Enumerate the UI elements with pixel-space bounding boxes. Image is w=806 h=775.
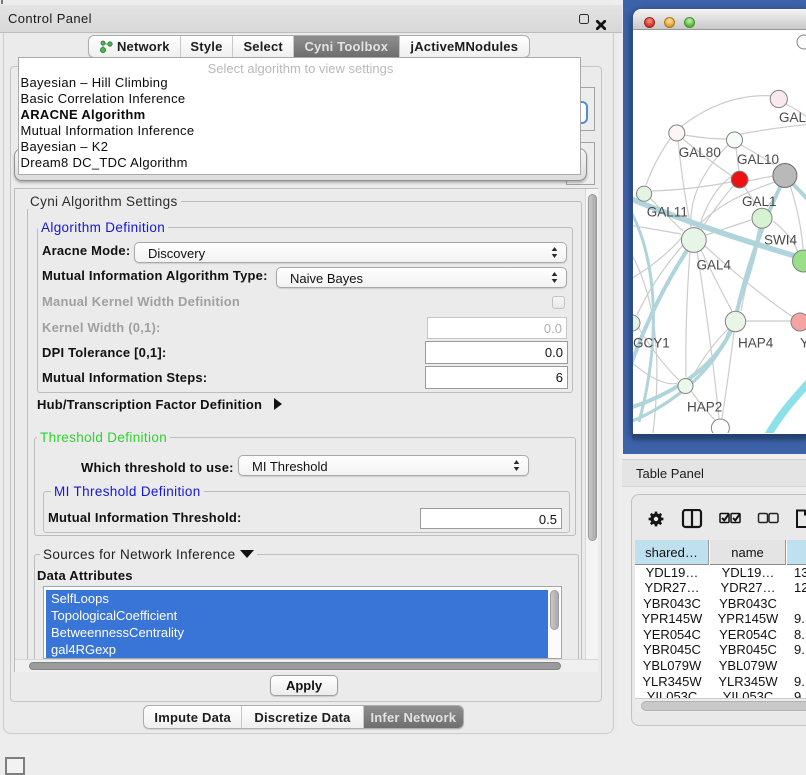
svg-text:GAL10: GAL10 [737, 152, 779, 167]
svg-text:HAP4: HAP4 [738, 336, 774, 351]
svg-text:GAL11: GAL11 [647, 205, 688, 220]
svg-text:YE: YE [800, 336, 806, 351]
svg-text:GAL2: GAL2 [779, 110, 806, 125]
svg-text:GAL1: GAL1 [742, 194, 777, 209]
svg-text:SWI4: SWI4 [764, 233, 797, 248]
svg-text:GCY1: GCY1 [633, 336, 670, 351]
svg-text:HAP2: HAP2 [687, 400, 722, 415]
svg-text:GAL80: GAL80 [679, 145, 721, 160]
svg-text:GAL4: GAL4 [697, 258, 732, 273]
